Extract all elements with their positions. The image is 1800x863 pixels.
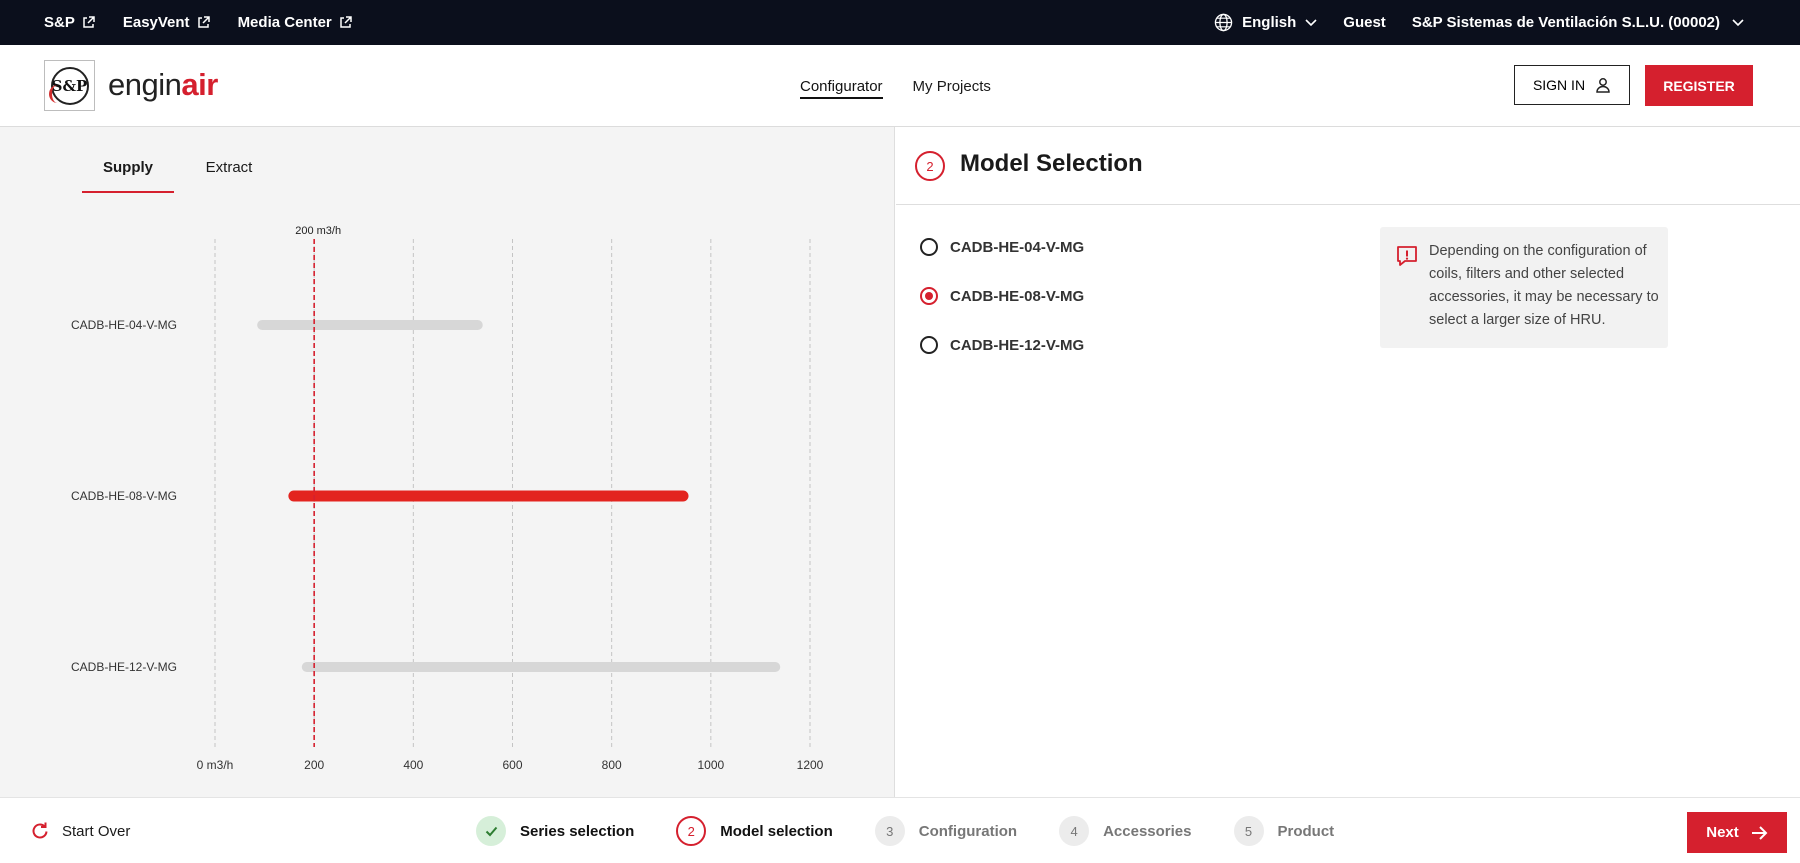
sign-in-label: SIGN IN xyxy=(1532,77,1586,93)
sign-in-button[interactable]: SIGN IN xyxy=(1514,65,1630,105)
step-number-badge: 2 xyxy=(915,151,945,181)
range-bar xyxy=(257,320,483,330)
sp-logo-mark: S&P xyxy=(48,66,89,105)
size-notice: Depending on the configuration of coils,… xyxy=(1380,227,1668,348)
step-accessories[interactable]: 4 Accessories xyxy=(1059,816,1192,846)
model-selection-panel: 2 Model Selection CADB-HE-04-V-MG CADB-H… xyxy=(896,127,1800,797)
nav-configurator[interactable]: Configurator xyxy=(800,45,883,127)
x-tick-label: 0 m3/h xyxy=(197,758,234,772)
start-over-label: Start Over xyxy=(62,822,131,840)
link-sp-label: S&P xyxy=(44,14,75,31)
link-sp[interactable]: S&P xyxy=(44,14,95,31)
model-radio-group: CADB-HE-04-V-MG CADB-HE-08-V-MG CADB-HE-… xyxy=(920,235,1084,382)
airflow-range-chart: 0 m3/h 200 400 600 800 1000 1200 CADB-HE-04-V-M… xyxy=(71,225,824,772)
model-option[interactable]: CADB-HE-08-V-MG xyxy=(920,284,1084,308)
register-button[interactable]: REGISTER xyxy=(1645,65,1753,106)
model-option[interactable]: CADB-HE-12-V-MG xyxy=(920,333,1084,357)
arrow-right-icon xyxy=(1751,825,1768,840)
range-bar xyxy=(301,662,781,672)
link-media-center[interactable]: Media Center xyxy=(238,14,352,31)
company-selector[interactable]: S&P Sistemas de Ventilación S.L.U. (0000… xyxy=(1412,14,1744,31)
x-tick-label: 1200 xyxy=(797,758,824,772)
chevron-down-icon xyxy=(1732,18,1744,26)
step-product[interactable]: 5 Product xyxy=(1233,816,1335,846)
notice-text: Depending on the configuration of coils,… xyxy=(1429,243,1659,328)
model-option-label: CADB-HE-08-V-MG xyxy=(950,287,1085,305)
account-area: English Guest S&P Sistemas de Ventilació… xyxy=(1214,0,1744,45)
company-label: S&P Sistemas de Ventilación S.L.U. (0000… xyxy=(1411,14,1720,31)
wizard-footer: Start Over Series selection 2 Model sele… xyxy=(0,797,1800,863)
step-number: 3 xyxy=(874,816,905,846)
main-header: S&P enginair Configurator My Projects SI… xyxy=(0,45,1800,127)
step-model-selection[interactable]: 2 Model selection xyxy=(676,816,833,846)
user-icon xyxy=(1596,78,1610,93)
language-selector[interactable]: English xyxy=(1214,13,1317,32)
model-selection-header: 2 Model Selection xyxy=(896,127,1800,205)
top-bar: S&P EasyVent Media Center English Guest … xyxy=(0,0,1800,45)
step-number: 5 xyxy=(1233,816,1264,846)
category-label: CADB-HE-04-V-MG xyxy=(71,318,177,332)
external-link-icon xyxy=(83,16,95,28)
link-easyvent-label: EasyVent xyxy=(122,14,190,31)
refresh-icon xyxy=(32,822,48,839)
step-number: 4 xyxy=(1059,816,1090,846)
link-media-center-label: Media Center xyxy=(237,14,332,31)
category-label: CADB-HE-12-V-MG xyxy=(71,660,177,674)
chart-panel: Supply Extract 0 m3/h 200 400 600 800 1000 120… xyxy=(0,127,895,797)
step-label: Configuration xyxy=(918,822,1018,840)
reference-line-label: 200 m3/h xyxy=(295,225,341,237)
brand-prefix: engin xyxy=(108,67,182,102)
radio-button[interactable] xyxy=(920,238,938,256)
model-option-label: CADB-HE-12-V-MG xyxy=(950,336,1085,354)
step-label: Accessories xyxy=(1103,822,1192,840)
enginair-wordmark: enginair xyxy=(108,65,218,105)
chevron-down-icon xyxy=(1305,18,1317,26)
language-label: English xyxy=(1242,14,1297,31)
step-configuration[interactable]: 3 Configuration xyxy=(874,816,1018,846)
nav-my-projects[interactable]: My Projects xyxy=(913,45,991,127)
x-tick-label: 1000 xyxy=(697,758,724,772)
x-tick-label: 200 xyxy=(304,758,324,772)
category-label: CADB-HE-08-V-MG xyxy=(71,489,177,503)
external-link-icon xyxy=(340,16,352,28)
step-complete-badge xyxy=(476,816,506,846)
step-number: 2 xyxy=(676,816,707,846)
start-over-button[interactable]: Start Over xyxy=(30,798,130,863)
link-easyvent[interactable]: EasyVent xyxy=(123,14,210,31)
x-tick-label: 800 xyxy=(602,758,622,772)
range-bar xyxy=(288,490,689,502)
wizard-stepper: Series selection 2 Model selection 3 Con… xyxy=(476,798,1376,863)
brand-suffix: air xyxy=(181,67,218,102)
next-button[interactable]: Next xyxy=(1687,812,1787,853)
step-label: Series selection xyxy=(520,822,635,840)
main-nav: Configurator My Projects xyxy=(800,45,991,127)
page-title: Model Selection xyxy=(960,150,1143,177)
model-option-label: CADB-HE-04-V-MG xyxy=(950,238,1085,256)
model-option[interactable]: CADB-HE-04-V-MG xyxy=(920,235,1084,259)
globe-icon xyxy=(1214,13,1233,32)
external-links: S&P EasyVent Media Center xyxy=(44,0,352,45)
step-label: Product xyxy=(1277,822,1335,840)
next-label: Next xyxy=(1706,824,1739,841)
x-tick-label: 600 xyxy=(502,758,522,772)
user-label: Guest xyxy=(1343,14,1386,31)
x-tick-label: 400 xyxy=(403,758,423,772)
external-link-icon xyxy=(197,16,210,28)
radio-button-selected[interactable] xyxy=(920,287,938,305)
radio-button[interactable] xyxy=(920,336,938,354)
step-label: Model selection xyxy=(720,822,833,840)
alert-message-icon xyxy=(1397,246,1417,266)
sp-logo[interactable]: S&P xyxy=(44,60,95,111)
step-series-selection[interactable]: Series selection xyxy=(476,816,634,846)
check-icon xyxy=(485,826,497,836)
